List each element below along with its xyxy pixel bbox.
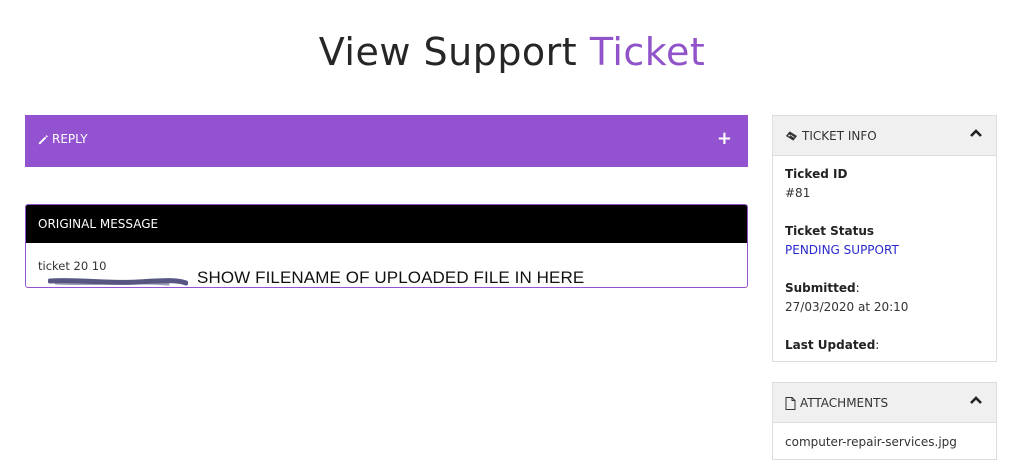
reply-label: REPLY bbox=[52, 132, 88, 146]
file-icon bbox=[785, 396, 796, 410]
attachments-title: ATTACHMENTS bbox=[785, 396, 888, 410]
reply-panel-title: REPLY bbox=[38, 132, 88, 146]
submitted-group: Submitted: 27/03/2020 at 20:10 bbox=[785, 281, 984, 338]
message-text: ticket 20 10 bbox=[38, 259, 107, 273]
original-message-panel: ORIGINAL MESSAGE ticket 20 10 SHOW FILEN… bbox=[25, 204, 748, 288]
submitted-label: Submitted: bbox=[785, 281, 984, 295]
ticket-info-title: TICKET INFO bbox=[785, 129, 877, 143]
attachments-panel: ATTACHMENTS computer-repair-services.jpg bbox=[772, 382, 997, 460]
attachments-label: ATTACHMENTS bbox=[800, 396, 889, 410]
reply-panel-toggle[interactable]: REPLY + bbox=[25, 115, 748, 167]
ticket-status-label: Ticket Status bbox=[785, 224, 875, 238]
last-updated-label-text: Last Updated bbox=[785, 338, 876, 352]
chevron-up-icon[interactable] bbox=[970, 395, 982, 405]
page-title-main: View Support bbox=[318, 30, 578, 74]
ticket-id-label: Ticked ID bbox=[785, 167, 848, 181]
attachments-header[interactable]: ATTACHMENTS bbox=[773, 383, 996, 423]
page-title-accent: Ticket bbox=[589, 30, 706, 74]
submitted-colon: : bbox=[855, 281, 860, 295]
ticket-id-value: #81 bbox=[785, 186, 811, 200]
ticket-info-header[interactable]: TICKET INFO bbox=[773, 116, 996, 156]
ticket-id-group: Ticked ID #81 bbox=[785, 167, 984, 224]
last-updated-colon: : bbox=[875, 338, 880, 352]
ticket-status-value: PENDING SUPPORT bbox=[785, 243, 899, 257]
pencil-icon bbox=[38, 134, 48, 144]
ticket-status-group: Ticket Status PENDING SUPPORT bbox=[785, 224, 984, 281]
original-message-header: ORIGINAL MESSAGE bbox=[26, 205, 747, 243]
submitted-value: 27/03/2020 at 20:10 bbox=[785, 300, 909, 314]
submitted-label-text: Submitted bbox=[785, 281, 856, 295]
redaction-scribble bbox=[48, 278, 188, 286]
ticket-icon bbox=[785, 131, 798, 141]
page-title: View Support Ticket bbox=[0, 30, 1024, 74]
annotation-text: SHOW FILENAME OF UPLOADED FILE IN HERE bbox=[197, 268, 585, 287]
ticket-info-label: TICKET INFO bbox=[802, 129, 877, 143]
attachments-body: computer-repair-services.jpg bbox=[773, 423, 996, 449]
expand-icon[interactable]: + bbox=[717, 128, 732, 150]
chevron-up-icon[interactable] bbox=[970, 128, 982, 138]
last-updated-label: Last Updated: bbox=[785, 338, 984, 352]
attachment-file-link[interactable]: computer-repair-services.jpg bbox=[785, 435, 957, 449]
original-message-body: ticket 20 10 SHOW FILENAME OF UPLOADED F… bbox=[26, 243, 747, 287]
ticket-info-panel: TICKET INFO Ticked ID #81 Ticket Status … bbox=[772, 115, 997, 362]
ticket-info-body: Ticked ID #81 Ticket Status PENDING SUPP… bbox=[773, 156, 996, 395]
